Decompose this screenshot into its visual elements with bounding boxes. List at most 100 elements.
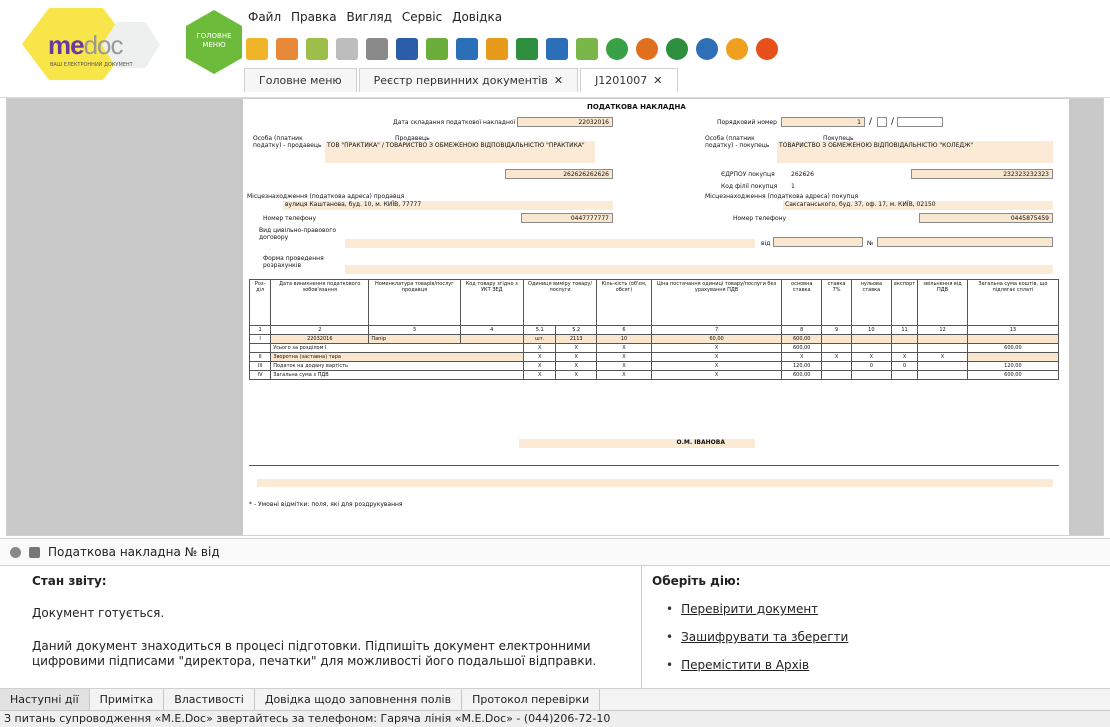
cell-rate7[interactable]: [821, 334, 852, 344]
cell-total[interactable]: [966, 334, 1060, 344]
archive-icon[interactable]: [306, 38, 328, 60]
shield-icon[interactable]: [666, 38, 688, 60]
cell-goods[interactable]: Папір: [368, 334, 461, 344]
contract-field[interactable]: [345, 239, 755, 248]
tab-main-menu[interactable]: Головне меню: [244, 68, 357, 92]
note-field[interactable]: [257, 479, 1053, 487]
cell-zero[interactable]: [850, 334, 892, 344]
document-title: ПОДАТКОВА НАКЛАДНА: [587, 103, 686, 111]
refresh-icon[interactable]: [606, 38, 628, 60]
menu-file[interactable]: Файл: [248, 10, 281, 24]
cell-base[interactable]: 600,00: [781, 334, 823, 344]
list-icon[interactable]: [426, 38, 448, 60]
delete-doc-icon[interactable]: [276, 38, 298, 60]
logo-text: medoc: [48, 30, 123, 60]
menu-view[interactable]: Вигляд: [346, 10, 392, 24]
tab-properties[interactable]: Властивості: [164, 689, 255, 710]
date-label: Дата складання податкової накладної: [393, 119, 516, 126]
serial-part3-field[interactable]: [897, 117, 943, 127]
chat-icon[interactable]: [756, 38, 778, 60]
buyer-name-field[interactable]: ТОВАРИСТВО З ОБМЕЖЕНОЮ ВІДПОВІДАЛЬНІСТЮ …: [777, 141, 1053, 163]
tab-note[interactable]: Примітка: [90, 689, 165, 710]
slash: /: [891, 117, 895, 127]
new-doc-icon[interactable]: [246, 38, 268, 60]
cell-exempt[interactable]: [917, 334, 968, 344]
serial-field[interactable]: 1: [781, 117, 865, 127]
print-icon[interactable]: [456, 38, 478, 60]
cell-date[interactable]: 22032016: [270, 334, 370, 344]
action-check-document[interactable]: Перевірити документ: [666, 602, 1100, 616]
encrypt-icon[interactable]: [396, 38, 418, 60]
col-number: 8: [781, 325, 823, 335]
action-encrypt-save[interactable]: Зашифрувати та зберегти: [666, 630, 1100, 644]
update-icon[interactable]: [696, 38, 718, 60]
signer-field[interactable]: О.М. ІВАНОВА: [519, 439, 755, 448]
medoc-logo[interactable]: medoc ВАШ ЕЛЕКТРОННИЙ ДОКУМЕНТ: [12, 6, 162, 82]
menu-service[interactable]: Сервіс: [402, 10, 442, 24]
tab-document[interactable]: J1201007 ✕: [580, 68, 678, 92]
status-title: Стан звіту:: [32, 574, 107, 588]
tab-protocol[interactable]: Протокол перевірки: [462, 689, 601, 710]
action-label[interactable]: Перевірити документ: [681, 602, 818, 616]
menu-edit[interactable]: Правка: [291, 10, 337, 24]
date-field[interactable]: 22032016: [517, 117, 613, 127]
print-icon[interactable]: [29, 546, 40, 558]
col-number: 13: [966, 325, 1060, 335]
stamp-icon[interactable]: [336, 38, 358, 60]
help-icon[interactable]: [726, 38, 748, 60]
cell-export[interactable]: [890, 334, 919, 344]
document-viewport[interactable]: ПОДАТКОВА НАКЛАДНА Дата складання податк…: [6, 98, 1104, 536]
search-icon[interactable]: [546, 38, 568, 60]
tare-total[interactable]: [966, 352, 1060, 362]
check-icon[interactable]: [576, 38, 598, 60]
tab-label: J1201007: [595, 74, 648, 87]
tab-help[interactable]: Довідка щодо заповнення полів: [255, 689, 463, 710]
menu-bar: Файл Правка Вигляд Сервіс Довідка: [248, 10, 508, 24]
cell-unit-code[interactable]: 2113: [555, 334, 598, 344]
seller-name-field[interactable]: ТОВ "ПРАКТИКА" / ТОВАРИСТВО З ОБМЕЖЕНОЮ …: [325, 141, 595, 163]
seller-ipn-field[interactable]: 262626262626: [505, 169, 613, 179]
grand-total-base: 600,00: [781, 370, 823, 380]
close-icon[interactable]: ✕: [554, 74, 563, 87]
tab-next-actions[interactable]: Наступні дії: [0, 689, 90, 710]
action-label[interactable]: Перемістити в Архів: [681, 658, 809, 672]
cell-unit[interactable]: шт.: [522, 334, 557, 344]
cell-price[interactable]: 60,00: [650, 334, 783, 344]
menu-help[interactable]: Довідка: [452, 10, 502, 24]
buyer-address-field[interactable]: Саксаганського, буд. 37, оф. 17, м. КИЇВ…: [783, 201, 1053, 210]
action-label[interactable]: Зашифрувати та зберегти: [681, 630, 848, 644]
col-number: 12: [917, 325, 968, 335]
settings-icon[interactable]: [10, 546, 21, 558]
edrpou-value: 262626: [791, 171, 814, 178]
status-line: Документ готується.: [32, 606, 165, 620]
contract-date-field[interactable]: [773, 237, 863, 247]
margin-left: [7, 99, 243, 535]
seller-address-field[interactable]: вулиця Каштанова, буд. 10, м. КИЇВ, 7777…: [283, 201, 613, 210]
payment-field[interactable]: [345, 265, 1053, 274]
receive-icon[interactable]: [516, 38, 538, 60]
cell-code[interactable]: [459, 334, 524, 344]
home-menu-button[interactable]: ГОЛОВНЕ МЕНЮ: [186, 10, 242, 74]
table-icon[interactable]: [636, 38, 658, 60]
contract-number-field[interactable]: [877, 237, 1053, 247]
document-info-strip: Податкова накладна № від: [0, 538, 1110, 566]
col-number: 9: [821, 325, 852, 335]
header: medoc ВАШ ЕЛЕКТРОННИЙ ДОКУМЕНТ ГОЛОВНЕ М…: [0, 0, 1110, 98]
table-row: Усього за розділом І X X X X 600,00 600,…: [248, 343, 1060, 353]
subtotal-base: 600,00: [781, 343, 823, 353]
header-section: Роз-діл: [248, 279, 272, 326]
buyer-phone-field[interactable]: 0445875459: [919, 213, 1053, 223]
buyer-ipn-field[interactable]: 232323232323: [911, 169, 1053, 179]
close-icon[interactable]: ✕: [653, 74, 662, 87]
sign-icon[interactable]: [366, 38, 388, 60]
send-icon[interactable]: [486, 38, 508, 60]
status-description: Даний документ знаходиться в процесі під…: [32, 639, 597, 668]
col-number: 7: [650, 325, 783, 335]
action-move-archive[interactable]: Перемістити в Архів: [666, 658, 1100, 672]
cell-qty[interactable]: 10: [596, 334, 652, 344]
seller-phone-field[interactable]: 0447777777: [521, 213, 613, 223]
empty-cell: [890, 343, 919, 353]
x-mark: X: [650, 370, 783, 380]
tab-registry[interactable]: Реєстр первинних документів ✕: [358, 68, 579, 92]
serial-part2-field[interactable]: [877, 117, 887, 127]
